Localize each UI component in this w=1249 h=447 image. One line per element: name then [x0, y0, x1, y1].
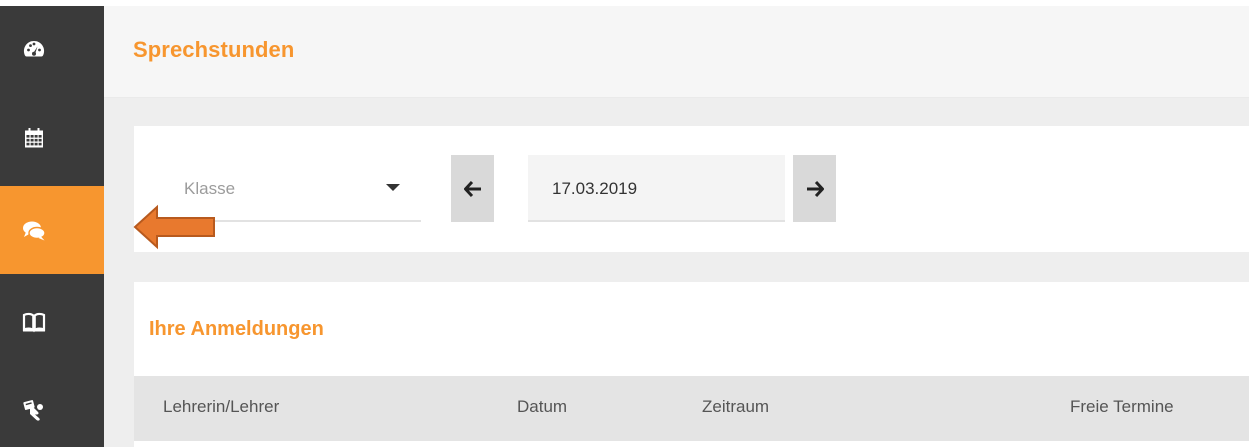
sidebar: [0, 6, 104, 447]
arrow-left-icon: [463, 180, 481, 197]
dashboard-icon: [23, 40, 45, 57]
chat-icon: [23, 221, 46, 241]
class-select-placeholder: Klasse: [184, 179, 236, 198]
filter-panel: Klasse 17.03.2019: [134, 126, 1249, 252]
previous-date-button[interactable]: [451, 155, 494, 222]
sidebar-item-calendar[interactable]: [0, 94, 104, 182]
column-header-date[interactable]: Datum: [517, 397, 567, 417]
sidebar-item-dashboard[interactable]: [0, 6, 104, 94]
sidebar-item-contacts[interactable]: [0, 366, 104, 447]
annotation-arrow-icon: [133, 204, 215, 250]
column-header-teacher[interactable]: Lehrerin/Lehrer: [163, 397, 279, 417]
book-icon: [22, 312, 46, 333]
calendar-icon: [25, 128, 43, 148]
column-header-free-slots[interactable]: Freie Termine: [1070, 397, 1174, 417]
column-header-time-range[interactable]: Zeitraum: [702, 397, 769, 417]
next-date-button[interactable]: [793, 155, 836, 222]
contact-card-icon: [23, 400, 43, 421]
page-header: Sprechstunden: [104, 6, 1249, 98]
page-title: Sprechstunden: [133, 37, 295, 62]
sidebar-item-book[interactable]: [0, 278, 104, 366]
arrow-right-icon: [806, 180, 824, 197]
caret-down-icon: [386, 184, 400, 191]
sidebar-item-chat[interactable]: [0, 186, 104, 274]
registrations-panel: Ihre Anmeldungen Lehrerin/Lehrer Datum Z…: [134, 282, 1249, 447]
table-header: Lehrerin/Lehrer Datum Zeitraum Freie Ter…: [134, 376, 1249, 441]
main-content: Sprechstunden Klasse 17.03.2019 Ihre Anm…: [104, 6, 1249, 447]
registrations-title: Ihre Anmeldungen: [149, 318, 324, 340]
date-input[interactable]: 17.03.2019: [528, 155, 785, 222]
date-value: 17.03.2019: [552, 179, 638, 198]
